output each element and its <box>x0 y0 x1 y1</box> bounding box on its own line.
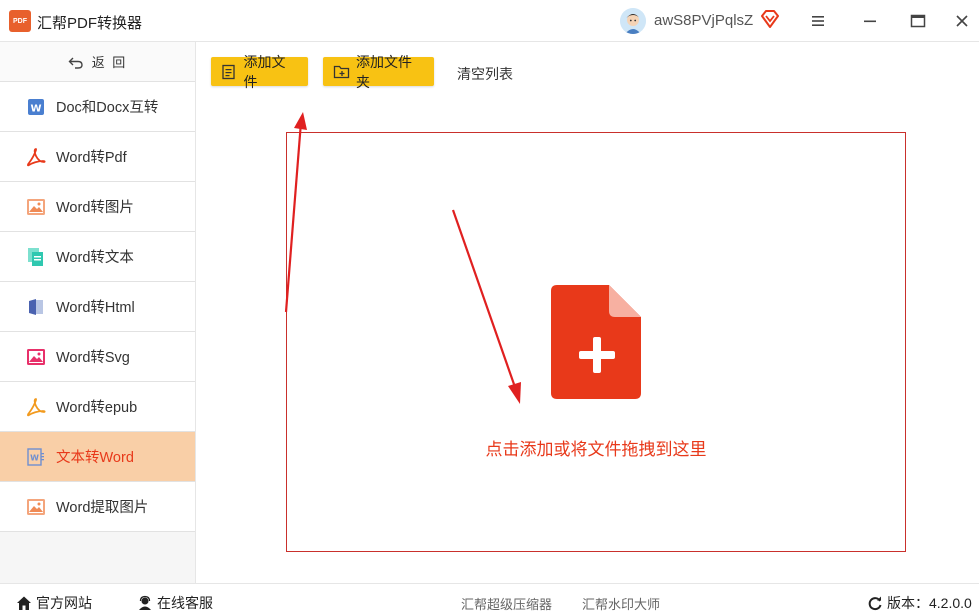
text-file-icon <box>26 247 46 267</box>
file-drop-zone[interactable]: 点击添加或将文件拖拽到这里 <box>286 132 906 552</box>
back-arrow-icon <box>68 57 83 69</box>
sidebar-item-label: 文本转Word <box>56 450 134 466</box>
support-agent-icon <box>139 595 151 610</box>
pdf-icon <box>26 147 46 167</box>
image-icon <box>26 197 46 217</box>
drop-hint: 点击添加或将文件拖拽到这里 <box>485 440 707 459</box>
epub-icon <box>26 397 46 417</box>
sidebar-item-doc-docx[interactable]: W Doc和Docx互转 <box>0 82 195 132</box>
sidebar-item-label: Word提取图片 <box>56 500 149 516</box>
footer: 官方网站 在线客服 汇帮超级压缩器 汇帮水印大师 版本：4.2.0.0 <box>0 583 979 615</box>
sidebar-item-word-epub[interactable]: Word转epub <box>0 382 195 432</box>
official-website-label: 官方网站 <box>36 595 92 611</box>
sidebar-item-label: Doc和Docx互转 <box>56 100 159 116</box>
avatar[interactable] <box>620 8 646 34</box>
add-file-label: 添加文件 <box>243 53 286 90</box>
sidebar-item-label: Word转epub <box>56 400 138 416</box>
image-icon <box>26 497 46 517</box>
compressor-link[interactable]: 汇帮超级压缩器 <box>461 594 552 613</box>
add-file-button[interactable]: 添加文件 <box>211 54 308 90</box>
add-folder-button[interactable]: 添加文件夹 <box>323 54 434 90</box>
html-icon <box>26 297 46 317</box>
official-website-link[interactable]: 官方网站 <box>16 593 92 613</box>
version-label: 版本：4.2.0.0 <box>887 595 972 611</box>
back-label: 返 回 <box>91 55 128 70</box>
word-icon: W <box>26 97 46 117</box>
home-icon <box>17 596 31 610</box>
online-support-link[interactable]: 在线客服 <box>137 593 213 613</box>
vip-diamond-icon[interactable] <box>760 10 780 28</box>
sidebar-item-text-word[interactable]: W 文本转Word <box>0 432 195 482</box>
sidebar-item-word-html[interactable]: Word转Html <box>0 282 195 332</box>
sidebar-item-label: Word转Html <box>56 300 135 316</box>
title-bar: PDF 汇帮PDF转换器 awS8PVjPqlsZ <box>0 0 979 42</box>
close-icon[interactable] <box>950 9 974 33</box>
sidebar-item-label: Word转图片 <box>56 200 134 216</box>
username[interactable]: awS8PVjPqlsZ <box>654 12 753 29</box>
menu-icon[interactable] <box>806 9 830 33</box>
online-support-label: 在线客服 <box>157 595 213 611</box>
sidebar-item-label: Word转Pdf <box>56 150 127 166</box>
sidebar-item-word-image[interactable]: Word转图片 <box>0 182 195 232</box>
sidebar-item-label: Word转Svg <box>56 350 130 366</box>
maximize-icon[interactable] <box>906 9 930 33</box>
add-folder-icon <box>333 63 351 81</box>
app-title: 汇帮PDF转换器 <box>37 15 143 32</box>
svg-icon <box>26 347 46 367</box>
sidebar-item-word-svg[interactable]: Word转Svg <box>0 332 195 382</box>
sidebar-item-word-pdf[interactable]: Word转Pdf <box>0 132 195 182</box>
add-file-icon <box>221 63 239 81</box>
svg-text:W: W <box>30 103 41 114</box>
sidebar: 返 回 W Doc和Docx互转 Word转Pdf Word转图片 Word转文… <box>0 42 196 583</box>
clear-list-button[interactable]: 清空列表 <box>457 64 513 84</box>
add-file-large-icon <box>551 285 643 399</box>
sidebar-item-word-text[interactable]: Word转文本 <box>0 232 195 282</box>
svg-text:W: W <box>30 453 39 462</box>
minimize-icon[interactable] <box>858 9 882 33</box>
sidebar-item-word-extract-image[interactable]: Word提取图片 <box>0 482 195 532</box>
app-logo-icon: PDF <box>9 10 31 32</box>
add-folder-label: 添加文件夹 <box>356 53 412 90</box>
word-outline-icon: W <box>26 447 46 467</box>
refresh-icon <box>868 596 882 611</box>
version-info[interactable]: 版本：4.2.0.0 <box>867 593 972 613</box>
sidebar-item-label: Word转文本 <box>56 250 134 266</box>
watermark-link[interactable]: 汇帮水印大师 <box>582 594 660 613</box>
back-button[interactable]: 返 回 <box>0 42 195 82</box>
